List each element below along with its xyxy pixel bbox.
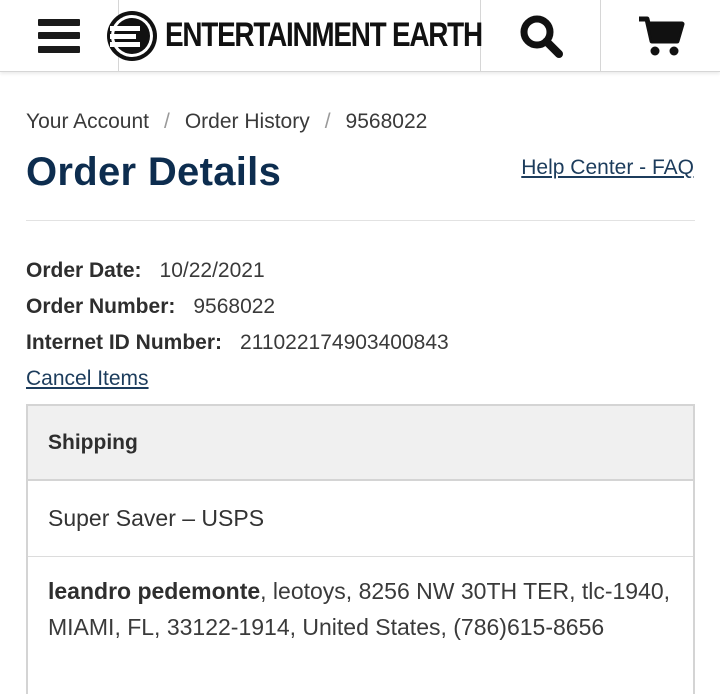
- breadcrumb-your-account[interactable]: Your Account: [26, 110, 149, 134]
- internet-id-value: 211022174903400843: [240, 331, 449, 354]
- hamburger-menu-icon: [38, 18, 80, 53]
- search-button[interactable]: [481, 0, 601, 71]
- order-date-row: Order Date: 10/22/2021: [26, 253, 449, 289]
- site-logo: ENTERTAINMENT EARTH: [105, 9, 495, 63]
- top-navigation-bar: ENTERTAINMENT EARTH: [0, 0, 720, 72]
- breadcrumb-order-history[interactable]: Order History: [185, 110, 310, 134]
- order-date-value: 10/22/2021: [159, 259, 265, 282]
- help-center-faq-link[interactable]: Help Center - FAQ: [521, 156, 694, 180]
- order-meta: Order Date: 10/22/2021 Order Number: 95680…: [26, 253, 449, 397]
- page-title: Order Details: [26, 150, 282, 194]
- cancel-items-link[interactable]: Cancel Items: [26, 361, 149, 397]
- recipient-name: leandro pedemonte: [48, 578, 261, 604]
- order-number-value: 9568022: [193, 295, 276, 318]
- shipping-panel-header: Shipping: [28, 406, 693, 481]
- title-divider: [26, 220, 695, 221]
- breadcrumb: Your Account / Order History / 9568022: [26, 110, 427, 134]
- shipping-heading: Shipping: [48, 430, 138, 454]
- order-number-row: Order Number: 9568022: [26, 289, 449, 325]
- shopping-cart-icon: [638, 16, 684, 55]
- logo-wordmark: ENTERTAINMENT EARTH: [164, 16, 483, 54]
- site-logo-link[interactable]: ENTERTAINMENT EARTH: [106, 0, 483, 71]
- breadcrumb-current-order: 9568022: [345, 110, 428, 133]
- internet-id-label: Internet ID Number:: [26, 331, 223, 354]
- shipping-method: Super Saver – USPS: [28, 481, 693, 557]
- menu-button[interactable]: [0, 0, 119, 71]
- breadcrumb-separator: /: [164, 110, 170, 133]
- internet-id-row: Internet ID Number: 211022174903400843: [26, 325, 449, 361]
- search-icon: [520, 15, 563, 58]
- shipping-panel: Shipping Super Saver – USPS leandro pede…: [26, 404, 695, 694]
- order-number-label: Order Number:: [26, 295, 176, 318]
- breadcrumb-separator: /: [324, 110, 331, 133]
- entertainment-earth-logo-mark-icon: [106, 10, 157, 61]
- shipping-address: leandro pedemonte, leotoys, 8256 NW 30TH…: [28, 557, 693, 645]
- cart-button[interactable]: [601, 0, 720, 71]
- order-date-label: Order Date:: [26, 259, 142, 282]
